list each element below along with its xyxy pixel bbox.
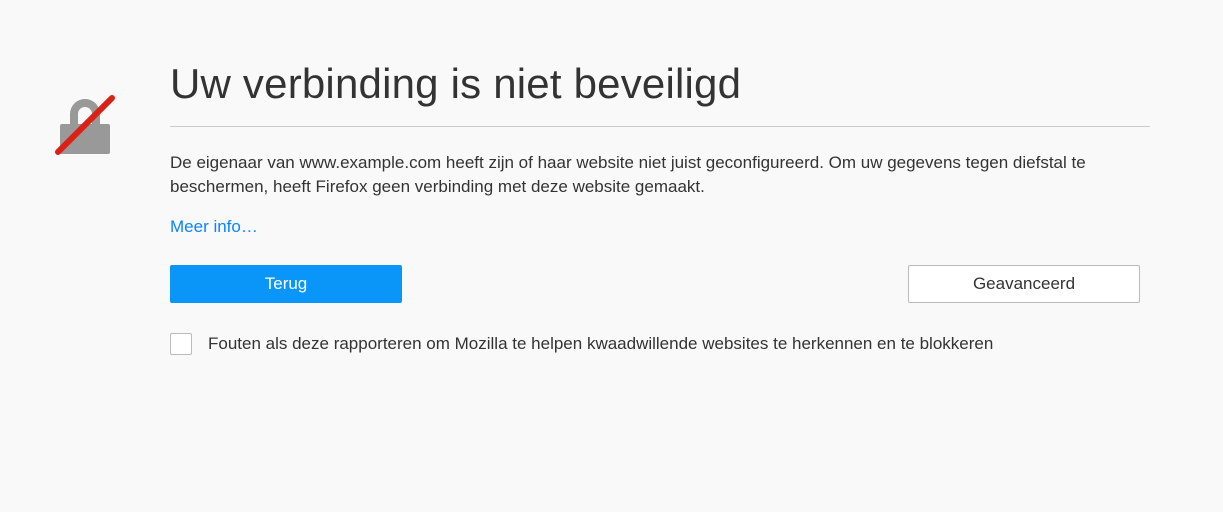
error-page-container: Uw verbinding is niet beveiligd De eigen… — [50, 60, 1173, 355]
more-info-link[interactable]: Meer info… — [170, 217, 258, 237]
icon-column — [50, 60, 120, 165]
advanced-button[interactable]: Geavanceerd — [908, 265, 1140, 303]
content-column: Uw verbinding is niet beveiligd De eigen… — [170, 60, 1150, 355]
report-errors-row: Fouten als deze rapporteren om Mozilla t… — [170, 333, 1150, 355]
report-errors-checkbox[interactable] — [170, 333, 192, 355]
error-description: De eigenaar van www.example.com heeft zi… — [170, 151, 1090, 199]
title-divider — [170, 126, 1150, 127]
insecure-lock-icon — [50, 90, 120, 160]
report-errors-label: Fouten als deze rapporteren om Mozilla t… — [208, 334, 993, 354]
page-title: Uw verbinding is niet beveiligd — [170, 60, 1150, 108]
back-button[interactable]: Terug — [170, 265, 402, 303]
button-row: Terug Geavanceerd — [170, 265, 1140, 303]
